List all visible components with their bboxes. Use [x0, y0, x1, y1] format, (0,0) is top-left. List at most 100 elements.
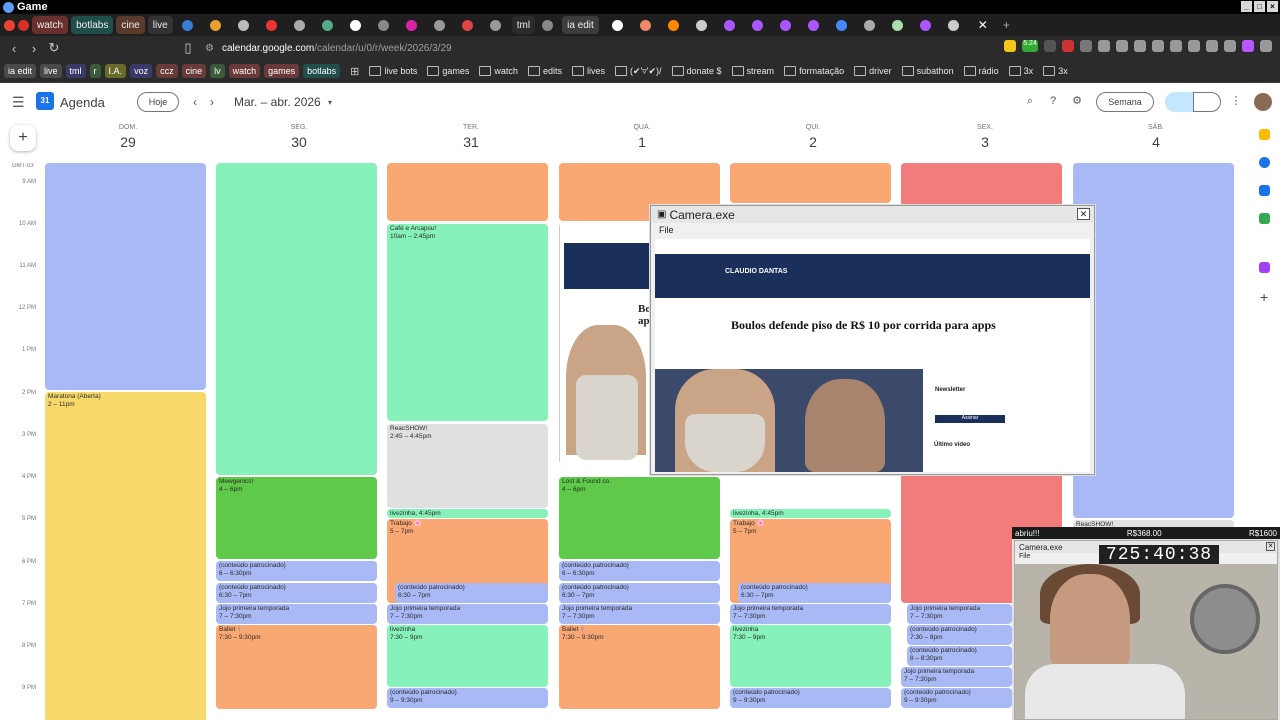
tab-favicon-icon[interactable]	[947, 19, 959, 31]
maps-icon[interactable]	[1259, 213, 1270, 224]
apps-grid-icon[interactable]: ⊞	[350, 65, 359, 78]
calendar-event[interactable]: (conteúdo patrocinado) 6 – 6:30pm	[559, 561, 720, 581]
tab-group-tml[interactable]: tml	[511, 16, 536, 34]
tab-favicon-icon[interactable]	[695, 19, 707, 31]
extension-icon[interactable]	[1044, 40, 1056, 52]
calendar-event[interactable]	[387, 163, 548, 221]
extension-icon[interactable]	[1242, 40, 1254, 52]
tab-favicon-icon[interactable]	[723, 19, 735, 31]
calendar-event[interactable]: (conteúdo patrocinado) 6:30 – 7pm	[395, 583, 548, 603]
extension-icon[interactable]	[1116, 40, 1128, 52]
add-addon-icon[interactable]: +	[1260, 289, 1268, 305]
tab-favicon-icon[interactable]	[181, 19, 193, 31]
tab-favicon-icon[interactable]	[461, 19, 473, 31]
calendar-event[interactable]: Jojo primeira temporada 7 – 7:30pm	[216, 604, 377, 624]
bookmark-folder[interactable]: games	[427, 66, 469, 76]
keep-icon[interactable]	[1259, 129, 1270, 140]
tab-favicon-icon[interactable]	[667, 19, 679, 31]
day-header[interactable]: SEG. 30	[219, 124, 379, 150]
chevron-down-icon[interactable]: ▾	[324, 97, 336, 109]
calendar-event[interactable]: (conteúdo patrocinado) 6:30 – 7pm	[216, 583, 377, 603]
tab-favicon-icon[interactable]	[265, 19, 277, 31]
tab-favicon-icon[interactable]	[405, 19, 417, 31]
bookmark-pill[interactable]: ia edit	[4, 64, 37, 78]
addon-icon[interactable]	[1259, 262, 1270, 273]
tab-group-cine[interactable]: cine	[116, 16, 145, 34]
tab-favicon-icon[interactable]	[377, 19, 389, 31]
tab-favicon-icon[interactable]	[751, 19, 763, 31]
extension-icon[interactable]	[1206, 40, 1218, 52]
extension-icon[interactable]	[1080, 40, 1092, 52]
tab-favicon-icon[interactable]	[237, 19, 249, 31]
calendar-event[interactable]: (conteúdo patrocinado) 8 – 8:30pm	[907, 646, 1012, 666]
tab-favicon-icon[interactable]	[891, 19, 903, 31]
day-header[interactable]: SEX. 3	[905, 124, 1065, 150]
extension-icon[interactable]	[1224, 40, 1236, 52]
bookmark-pill[interactable]: voz	[130, 64, 153, 78]
extension-badge[interactable]: 5.24	[1022, 40, 1038, 52]
calendar-event[interactable]: Jojo primeira temporada 7 – 7:30pm	[901, 667, 1012, 687]
calendar-event[interactable]	[730, 163, 891, 203]
extension-icon[interactable]	[1098, 40, 1110, 52]
calendar-view-toggle[interactable]	[1165, 92, 1193, 112]
tab-favicon-icon[interactable]	[18, 19, 29, 31]
calendar-event[interactable]: livezinha 7:30 – 9pm	[387, 625, 548, 687]
close-button[interactable]: ×	[1267, 1, 1278, 12]
bookmark-folder[interactable]: rádio	[964, 66, 999, 76]
next-week-icon[interactable]: ›	[210, 95, 214, 109]
day-header[interactable]: DOM. 29	[48, 124, 208, 150]
current-period[interactable]: Mar. – abr. 2026	[234, 95, 321, 109]
webcam-window[interactable]: Camera.exe ✕ File 725:40:38	[1014, 540, 1278, 720]
bookmark-folder[interactable]: stream	[732, 66, 775, 76]
calendar-event[interactable]: livezinha 7:30 – 9pm	[730, 625, 891, 687]
help-icon[interactable]: ?	[1047, 95, 1059, 107]
close-icon[interactable]: ✕	[1266, 542, 1275, 551]
calendar-event[interactable]: Jojo primeira temporada 7 – 7:30pm	[559, 604, 720, 624]
camera-window[interactable]: ▣ Camera.exe ✕ File CLAUDIO DANTAS Boulos…	[650, 205, 1095, 475]
calendar-event[interactable]: Mewgenics! 4 – 6pm	[216, 477, 377, 559]
calendar-event[interactable]: Ballet 🩰 7:30 – 9:30pm	[559, 625, 720, 709]
create-event-button[interactable]: +	[10, 125, 36, 151]
tab-favicon-icon[interactable]	[4, 19, 15, 31]
day-header[interactable]: SÁB. 4	[1076, 124, 1236, 150]
minimize-button[interactable]: _	[1241, 1, 1252, 12]
file-menu[interactable]: File	[651, 223, 1094, 237]
bookmark-folder[interactable]: subathon	[902, 66, 954, 76]
tab-favicon-icon[interactable]	[611, 19, 623, 31]
download-icon[interactable]	[1152, 40, 1164, 52]
calendar-event[interactable]: livezinha, 4:45pm	[387, 509, 548, 518]
tab-favicon-icon[interactable]	[209, 19, 221, 31]
bookmark-pill[interactable]: watch	[228, 64, 261, 78]
back-icon[interactable]: ‹	[4, 41, 24, 56]
tab-group-live[interactable]: live	[147, 16, 173, 34]
bookmark-folder[interactable]: donate $	[672, 66, 722, 76]
extension-icon[interactable]	[1004, 40, 1016, 52]
bookmark-pill[interactable]: botlabs	[303, 64, 341, 78]
url-field[interactable]: ⚙ calendar.google.com/calendar/u/0/r/wee…	[205, 39, 895, 57]
tab-favicon-icon[interactable]	[293, 19, 305, 31]
tab-favicon-icon[interactable]	[321, 19, 333, 31]
avatar[interactable]	[1254, 93, 1272, 111]
view-selector[interactable]: Semana	[1096, 92, 1154, 112]
bookmark-pill[interactable]: r	[89, 64, 101, 78]
calendar-event[interactable]	[216, 163, 377, 475]
contacts-icon[interactable]	[1259, 185, 1270, 196]
day-header[interactable]: QUA. 1	[562, 124, 722, 150]
tab-favicon-icon[interactable]	[433, 19, 445, 31]
bookmark-folder[interactable]: lives	[572, 66, 605, 76]
bookmark-pill[interactable]: cine	[181, 64, 207, 78]
calendar-event[interactable]: (conteúdo patrocinado) 9 – 9:30pm	[730, 688, 891, 708]
bookmark-folder[interactable]: 3x	[1009, 66, 1034, 76]
search-icon[interactable]: ⌕	[1024, 95, 1036, 107]
calendar-event[interactable]: livezinha, 4:45pm	[730, 509, 891, 518]
day-header[interactable]: QUI. 2	[733, 124, 893, 150]
tab-group-watch[interactable]: watch	[32, 16, 69, 34]
bookmark-folder[interactable]: 3x	[1043, 66, 1068, 76]
tab-favicon-icon[interactable]	[639, 19, 651, 31]
calendar-event[interactable]: Ballet 🩰 7:30 – 9:30pm	[216, 625, 377, 709]
settings-gear-icon[interactable]: ⚙	[1071, 95, 1083, 107]
bookmark-folder[interactable]: formatação	[784, 66, 844, 76]
extension-icon[interactable]	[1170, 40, 1182, 52]
today-button[interactable]: Hoje	[137, 92, 179, 112]
tab-favicon-icon[interactable]	[919, 19, 931, 31]
